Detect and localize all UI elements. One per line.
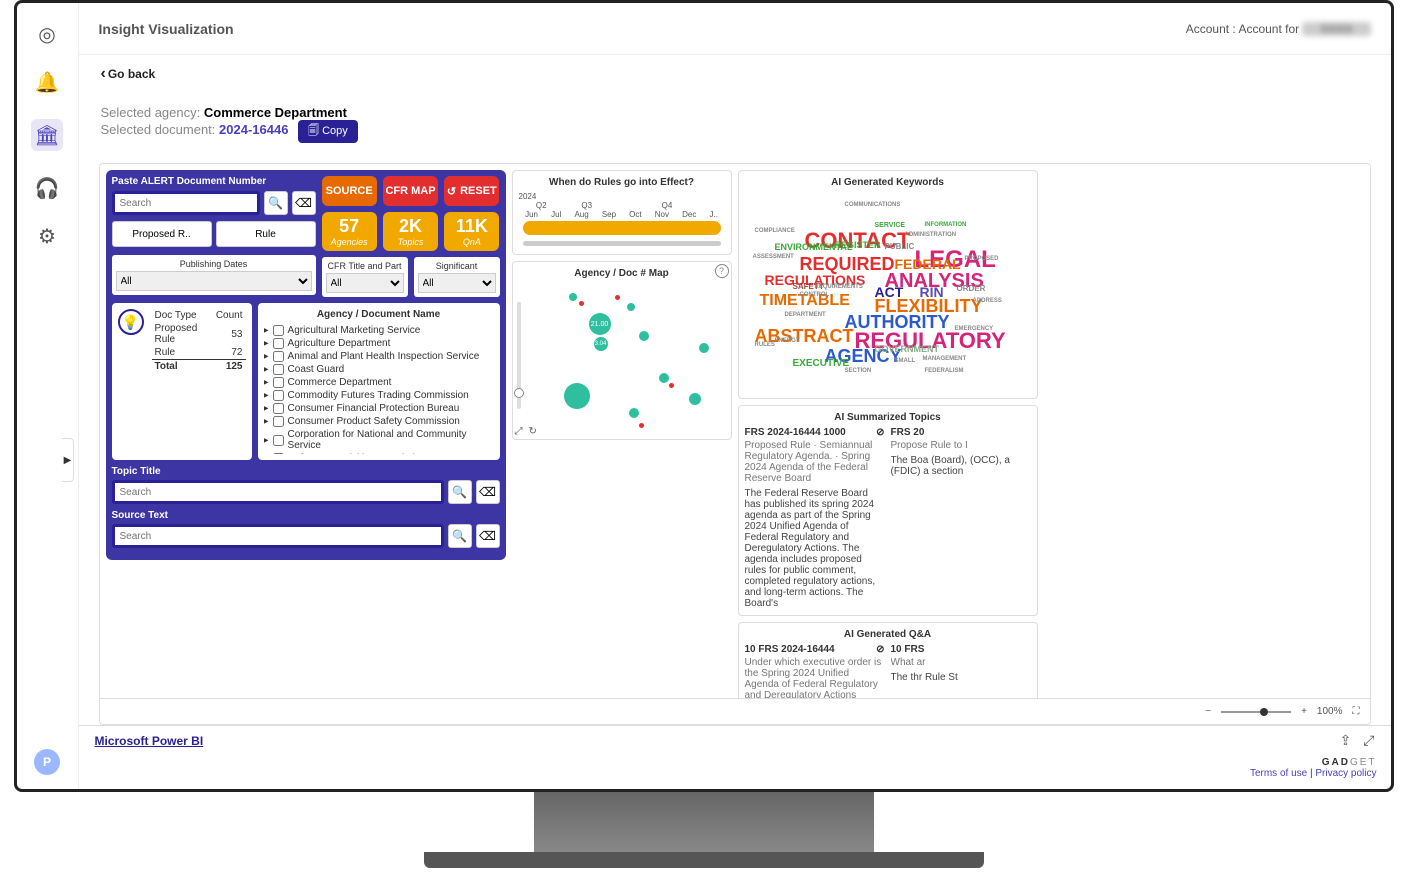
keyword[interactable]: GOVERNMENT bbox=[875, 344, 940, 354]
agency-checklist[interactable]: ▸Agricultural Marketing Service▸Agricult… bbox=[264, 324, 494, 454]
topics-card: AI Summarized Topics FRS 2024-16444 1000… bbox=[738, 405, 1038, 616]
source-text-clear-icon[interactable]: ⌫ bbox=[476, 524, 500, 548]
account-label: Account : Account for XXXX bbox=[1186, 22, 1371, 36]
keyword[interactable]: REQUIREMENTS bbox=[815, 284, 863, 290]
keyword[interactable]: ORDER bbox=[957, 284, 986, 293]
topic-title-input[interactable] bbox=[112, 480, 444, 504]
headset-icon[interactable]: 🎧 bbox=[36, 177, 58, 199]
agency-check-item[interactable]: ▸Agriculture Department bbox=[264, 337, 494, 350]
share-icon[interactable]: ⇪ bbox=[1340, 732, 1352, 749]
agency-check-item[interactable]: ▸Agricultural Marketing Service bbox=[264, 324, 494, 337]
proposed-rule-toggle[interactable]: Proposed R.. bbox=[112, 221, 212, 247]
org-icon[interactable]: 🏛 bbox=[31, 119, 63, 151]
keyword[interactable]: RULES bbox=[755, 342, 775, 348]
keyword[interactable]: ADDRESS bbox=[973, 298, 1002, 304]
dates-select[interactable]: All bbox=[116, 271, 312, 291]
go-back-link[interactable]: Go back bbox=[101, 65, 156, 83]
network-graph[interactable]: 21.00 3.04 bbox=[519, 283, 725, 433]
keyword[interactable]: CONTROL bbox=[800, 292, 830, 298]
zoom-slider[interactable] bbox=[517, 302, 521, 409]
source-button[interactable]: SOURCE bbox=[322, 176, 377, 206]
fullscreen-icon[interactable]: ⛶ bbox=[1353, 706, 1360, 717]
alert-doc-input[interactable] bbox=[112, 191, 260, 215]
keyword[interactable]: INFORMATION bbox=[925, 222, 967, 228]
info-icon[interactable]: ⊘ bbox=[876, 427, 884, 438]
keyword[interactable]: DEPARTMENT bbox=[785, 312, 826, 318]
settings-icon[interactable]: ⚙ bbox=[36, 225, 58, 247]
sidebar-nav: ◎ 🔔 🏛 🎧 ⚙ P bbox=[17, 3, 79, 789]
keyword[interactable]: ADMINISTRATION bbox=[905, 232, 957, 238]
keyword[interactable]: PUBLIC bbox=[885, 242, 915, 251]
keyword[interactable]: COMPLIANCE bbox=[755, 228, 795, 234]
network-card: Agency / Doc # Map ? 21.00 3.04 bbox=[512, 261, 732, 440]
cfr-select[interactable]: All bbox=[326, 273, 404, 293]
keyword[interactable]: ASSESSMENT bbox=[753, 254, 794, 260]
alert-doc-search-icon[interactable]: 🔍 bbox=[264, 191, 288, 215]
powerbi-link[interactable]: Microsoft Power BI bbox=[95, 734, 204, 748]
filter-panel: Paste ALERT Document Number 🔍 ⌫ Proposed… bbox=[106, 170, 506, 560]
timeline-card: When do Rules go into Effect? 2024Q2Q3Q4… bbox=[512, 170, 732, 255]
terms-link[interactable]: Terms of use bbox=[1250, 768, 1307, 779]
reset-button[interactable]: ↺ RESET bbox=[444, 176, 499, 206]
bulb-icon: 💡 bbox=[118, 309, 144, 335]
keyword[interactable]: FEDERALISM bbox=[925, 368, 964, 374]
keyword[interactable]: COMMUNICATIONS bbox=[845, 202, 901, 208]
keywords-card: AI Generated Keywords CONTACTLEGALREQUIR… bbox=[738, 170, 1038, 399]
refresh-icon[interactable]: ↻ bbox=[529, 426, 537, 437]
agency-check-item[interactable]: ▸Coast Guard bbox=[264, 363, 494, 376]
zoom-out-icon[interactable]: − bbox=[1205, 706, 1211, 717]
significant-select[interactable]: All bbox=[418, 273, 496, 293]
agency-check-item[interactable]: ▸Commerce Department bbox=[264, 376, 494, 389]
privacy-link[interactable]: Privacy policy bbox=[1315, 768, 1376, 779]
rule-toggle[interactable]: Rule bbox=[216, 221, 316, 247]
avatar[interactable]: P bbox=[34, 749, 60, 775]
info-icon[interactable]: ⊘ bbox=[876, 644, 884, 655]
timeline-bar[interactable] bbox=[523, 221, 721, 235]
timeline-slider[interactable] bbox=[523, 241, 721, 246]
copy-button[interactable]: 🗐 Copy bbox=[298, 120, 358, 143]
keyword[interactable]: SECTION bbox=[845, 368, 872, 374]
expand-handle[interactable]: ▶ bbox=[62, 438, 74, 482]
alert-doc-clear-icon[interactable]: ⌫ bbox=[292, 191, 316, 215]
zoom-in-icon[interactable]: + bbox=[1301, 706, 1307, 717]
cfr-map-button[interactable]: CFR MAP bbox=[383, 176, 438, 206]
logo-icon[interactable]: ◎ bbox=[36, 23, 58, 45]
agency-check-item[interactable]: ▸Animal and Plant Health Inspection Serv… bbox=[264, 350, 494, 363]
expand-icon[interactable]: ⤢ bbox=[1363, 732, 1374, 749]
page-title: Insight Visualization bbox=[99, 21, 234, 37]
report-footer: − + 100% ⛶ bbox=[100, 698, 1370, 724]
keyword[interactable]: SMALL bbox=[895, 358, 916, 364]
agency-doc-heading: Agency / Document Name bbox=[264, 309, 494, 320]
qna-card: AI Generated Q&A 10 FRS 2024-16444⊘ Unde… bbox=[738, 622, 1038, 698]
bell-icon[interactable]: 🔔 bbox=[36, 71, 58, 93]
keyword[interactable]: REGISTER bbox=[835, 240, 881, 250]
agency-check-item[interactable]: ▸Corporation for National and Community … bbox=[264, 428, 494, 452]
topic-title-clear-icon[interactable]: ⌫ bbox=[476, 480, 500, 504]
expand-icon[interactable]: ⤢ bbox=[515, 426, 523, 437]
keyword[interactable]: MANAGEMENT bbox=[923, 356, 967, 362]
keyword[interactable]: ENERGY bbox=[775, 338, 800, 344]
brand-logo: GADGET bbox=[1322, 757, 1377, 768]
source-text-search-icon[interactable]: 🔍 bbox=[448, 524, 472, 548]
keyword[interactable]: PROPOSED bbox=[965, 256, 999, 262]
alert-doc-label: Paste ALERT Document Number bbox=[112, 176, 316, 187]
agency-check-item[interactable]: ▸Consumer Financial Protection Bureau bbox=[264, 402, 494, 415]
keyword[interactable]: EMERGENCY bbox=[955, 326, 994, 332]
zoom-slider-footer[interactable] bbox=[1221, 711, 1291, 713]
agency-check-item[interactable]: ▸Consumer Product Safety Commission bbox=[264, 415, 494, 428]
topic-title-search-icon[interactable]: 🔍 bbox=[448, 480, 472, 504]
source-text-input[interactable] bbox=[112, 524, 444, 548]
help-icon[interactable]: ? bbox=[715, 264, 729, 278]
keyword[interactable]: EXECUTIVE bbox=[793, 358, 850, 369]
agency-check-item[interactable]: ▸Defense Acquisition Regulations System bbox=[264, 452, 494, 454]
keyword[interactable]: SERVICE bbox=[875, 222, 906, 229]
agency-check-item[interactable]: ▸Commodity Futures Trading Commission bbox=[264, 389, 494, 402]
